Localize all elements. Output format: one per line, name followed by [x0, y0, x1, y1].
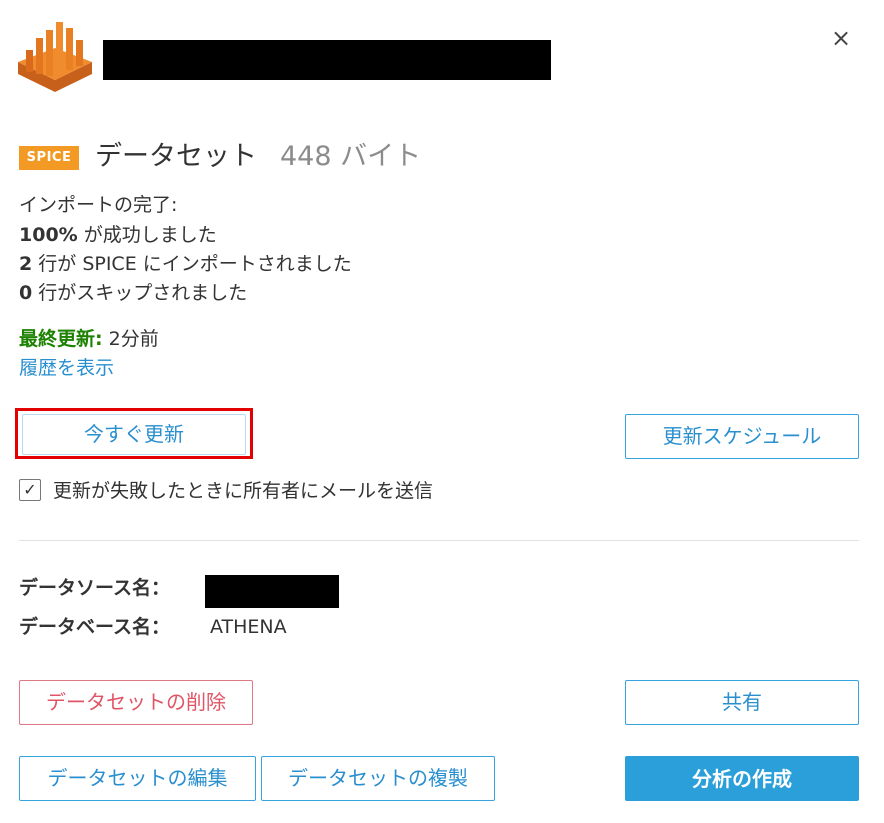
notify-owner-label: 更新が失敗したときに所有者にメールを送信: [53, 480, 434, 502]
create-analysis-button[interactable]: 分析の作成: [625, 756, 859, 801]
database-name-label: データベース名：: [19, 616, 171, 638]
redacted-dataset-title: [103, 40, 551, 80]
datasource-name-label: データソース名：: [19, 577, 171, 599]
import-success-line: 100% が成功しました: [19, 222, 217, 248]
dataset-label: データセット: [95, 141, 257, 172]
view-history-link[interactable]: 履歴を表示: [19, 355, 114, 381]
skipped-text: 行がスキップされました: [32, 282, 248, 304]
edit-dataset-button[interactable]: データセットの編集: [19, 756, 256, 801]
redacted-datasource-name: [205, 575, 339, 608]
notify-owner-checkbox[interactable]: ✓: [19, 479, 41, 501]
last-updated-value: 2分前: [102, 328, 159, 350]
delete-dataset-button[interactable]: データセットの削除: [19, 680, 253, 725]
share-button[interactable]: 共有: [625, 680, 859, 725]
last-updated: 最終更新: 2分前: [19, 326, 159, 352]
rows-count: 2: [19, 253, 33, 275]
duplicate-dataset-button[interactable]: データセットの複製: [261, 756, 495, 801]
divider: [19, 540, 859, 541]
import-rows-line: 2 行が SPICE にインポートされました: [19, 251, 352, 277]
checkmark-icon: ✓: [23, 480, 37, 499]
spice-badge: SPICE: [19, 146, 79, 170]
database-name-value: ATHENA: [210, 616, 287, 638]
success-percent: 100%: [19, 224, 78, 246]
import-skipped-line: 0 行がスキップされました: [19, 280, 247, 306]
skipped-count: 0: [19, 282, 33, 304]
dataset-size: 448 バイト: [280, 141, 422, 172]
refresh-now-button[interactable]: 今すぐ更新: [22, 414, 246, 455]
last-updated-label: 最終更新:: [19, 328, 103, 350]
import-complete-title: インポートの完了:: [19, 194, 178, 216]
quicksight-logo-icon: [18, 22, 92, 92]
refresh-schedule-button[interactable]: 更新スケジュール: [625, 414, 859, 459]
close-icon[interactable]: ×: [828, 25, 854, 51]
success-text: が成功しました: [77, 224, 217, 246]
rows-text: 行が SPICE にインポートされました: [32, 253, 352, 275]
